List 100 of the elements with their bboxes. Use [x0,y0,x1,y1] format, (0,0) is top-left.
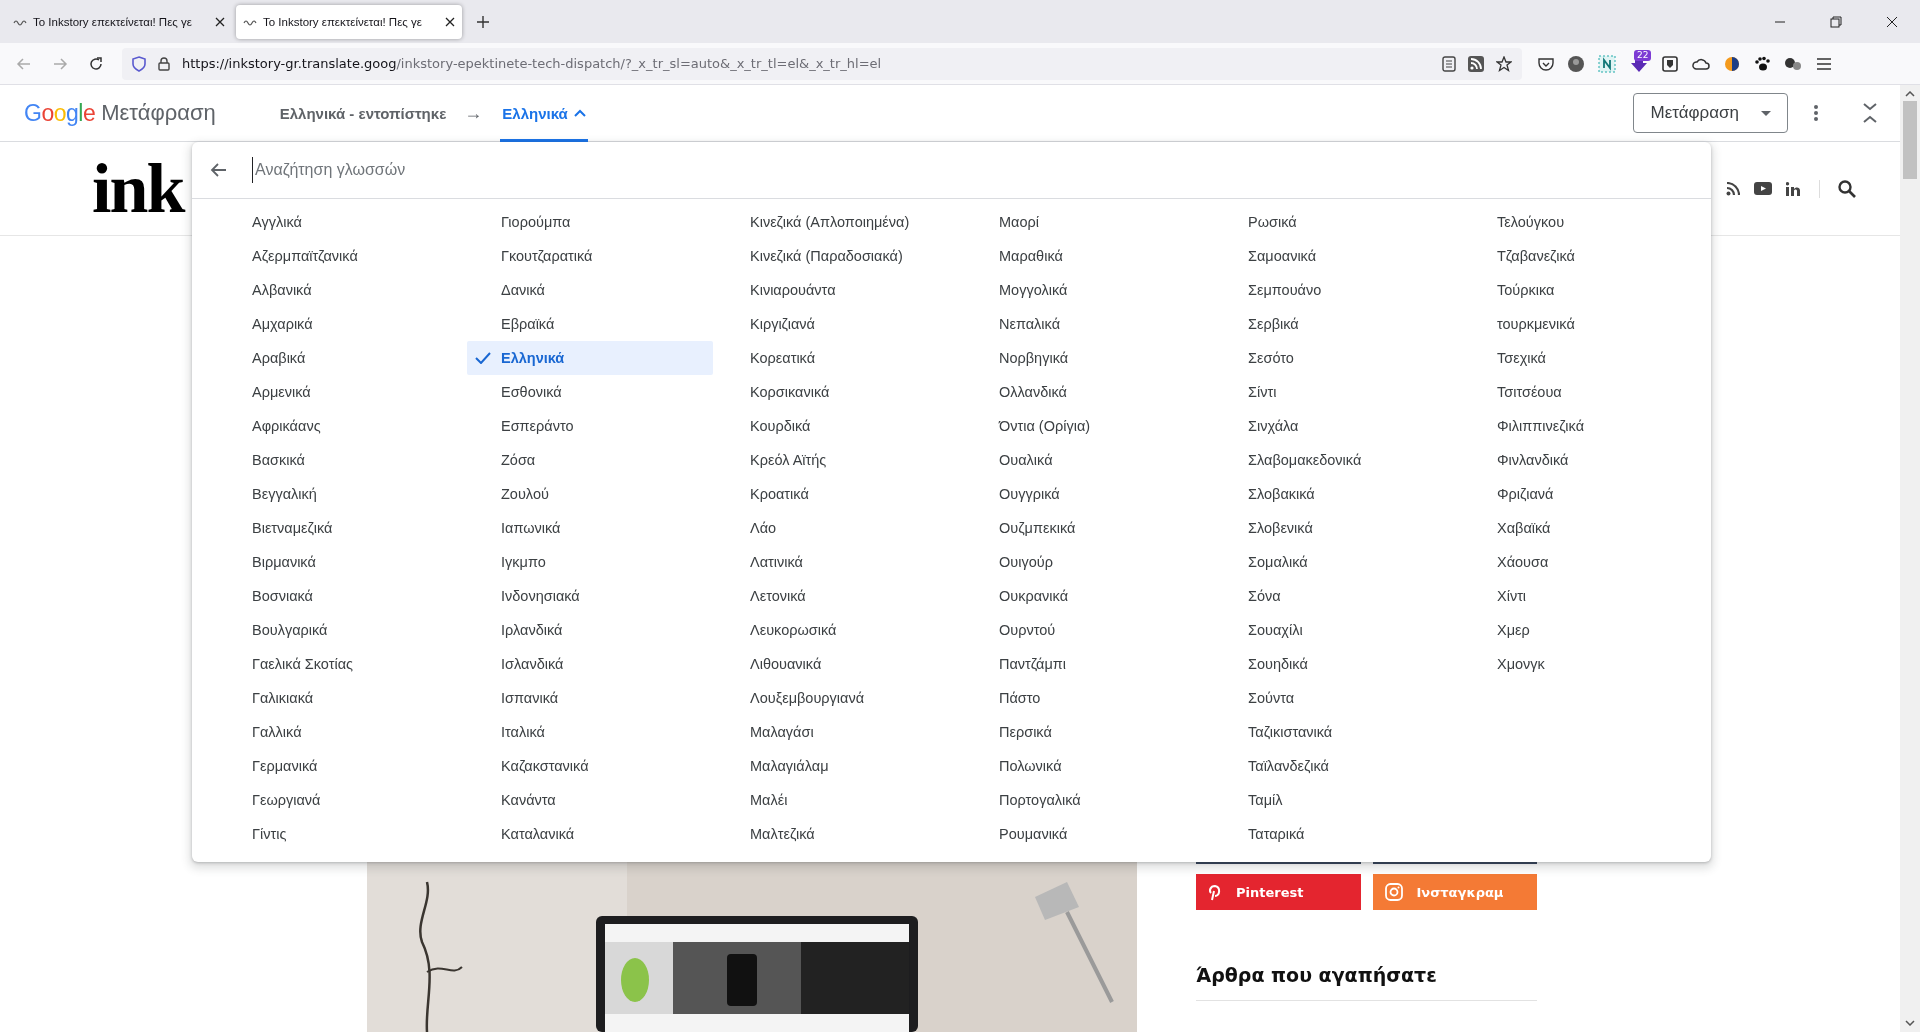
plus-icon[interactable] [476,14,490,29]
language-option[interactable]: Γκουτζαρατικά [467,239,713,273]
language-option[interactable]: Ουκρανικά [965,579,1211,613]
circle-icon[interactable] [1724,55,1740,72]
language-option[interactable]: Ταϊλανδεζικά [1214,749,1460,783]
language-option[interactable]: Καταλανικά [467,817,713,851]
language-option[interactable]: Εσθονικά [467,375,713,409]
language-option[interactable]: Γιορούμπα [467,205,713,239]
language-option[interactable]: Σεσότο [1214,341,1460,375]
reader-view-icon[interactable] [1442,55,1456,72]
language-option[interactable]: Δανικά [467,273,713,307]
language-option[interactable]: Γίντις [218,817,464,851]
language-option[interactable]: Νεπαλικά [965,307,1211,341]
language-option[interactable]: Σομαλικά [1214,545,1460,579]
language-option[interactable]: Λάο [716,511,962,545]
language-option[interactable]: Κρεόλ Αϊτής [716,443,962,477]
language-option[interactable]: Σλαβομακεδονικά [1214,443,1460,477]
language-option[interactable]: Σλοβενικά [1214,511,1460,545]
language-option[interactable]: Αλβανικά [218,273,464,307]
language-option[interactable]: Γαλικιακά [218,681,464,715]
social-button[interactable]: Pinterest [1196,874,1361,910]
language-option[interactable]: Αγγλικά [218,205,464,239]
scrollbar-thumb[interactable] [1903,101,1917,179]
browser-tab[interactable]: Το Inkstory επεκτείνεται! Πες γε [236,4,462,39]
language-option[interactable]: Ιρλανδικά [467,613,713,647]
scroll-up-icon[interactable] [1905,91,1915,97]
language-option[interactable]: Καζακστανικά [467,749,713,783]
language-option[interactable]: Εσπεράντο [467,409,713,443]
language-option[interactable]: Πορτογαλικά [965,783,1211,817]
language-option[interactable]: Αμχαρικά [218,307,464,341]
menu-icon[interactable] [1816,56,1832,71]
language-option[interactable]: Νορβηγικά [965,341,1211,375]
shield-icon[interactable] [1662,55,1678,72]
language-option[interactable]: Περσικά [965,715,1211,749]
language-option[interactable]: Σαμοανικά [1214,239,1460,273]
language-option[interactable]: Μογγολικά [965,273,1211,307]
language-option[interactable]: Ιαπωνικά [467,511,713,545]
language-option[interactable]: Βιρμανικά [218,545,464,579]
language-option[interactable]: Σούντα [1214,681,1460,715]
language-option[interactable]: Μαορί [965,205,1211,239]
language-option[interactable]: Ρωσικά [1214,205,1460,239]
cloud-icon[interactable] [1692,56,1710,71]
browser-tab[interactable]: Το Inkstory επεκτείνεται! Πες γε [6,4,232,39]
linkedin-icon[interactable] [1786,181,1801,196]
language-option[interactable]: Ελληνικά [467,341,713,375]
language-option[interactable]: Βουλγαρικά [218,613,464,647]
back-arrow-icon[interactable] [210,163,226,177]
language-option[interactable]: Λετονικά [716,579,962,613]
language-option[interactable]: Ταταρικά [1214,817,1460,851]
language-option[interactable]: Αρμενικά [218,375,464,409]
pocket-icon[interactable] [1538,56,1554,71]
language-option[interactable]: Μαλέι [716,783,962,817]
language-option[interactable]: Κουρδικά [716,409,962,443]
language-option[interactable]: Ουιγούρ [965,545,1211,579]
lock-icon[interactable] [158,56,170,71]
language-option[interactable]: Λευκορωσικά [716,613,962,647]
paw-icon[interactable] [1754,55,1770,72]
language-option[interactable]: Σερβικά [1214,307,1460,341]
language-option[interactable]: Κιργιζιανά [716,307,962,341]
close-icon[interactable] [445,16,455,27]
language-option[interactable]: Χίντι [1463,579,1709,613]
language-option[interactable]: Ισπανικά [467,681,713,715]
language-option[interactable]: Ζουλού [467,477,713,511]
language-option[interactable]: Παντζάμπι [965,647,1211,681]
language-option[interactable]: Αφρικάανς [218,409,464,443]
spheres-icon[interactable] [1784,55,1802,72]
language-option[interactable]: Μαραθικά [965,239,1211,273]
language-option[interactable]: Κροατικά [716,477,962,511]
language-option[interactable]: Βασκικά [218,443,464,477]
language-option[interactable]: Ουρντού [965,613,1211,647]
scroll-down-icon[interactable] [1905,1020,1915,1026]
language-option[interactable]: Σουηδικά [1214,647,1460,681]
language-option[interactable]: Μαλτεζικά [716,817,962,851]
language-option[interactable]: Τζαβανεζικά [1463,239,1709,273]
star-icon[interactable] [1496,55,1512,72]
language-option[interactable]: Γεωργιανά [218,783,464,817]
rss-icon[interactable] [1726,181,1740,196]
language-option[interactable]: Όντια (Ορίγια) [965,409,1211,443]
language-option[interactable]: Τούρκικα [1463,273,1709,307]
language-option[interactable]: Σεμπουάνο [1214,273,1460,307]
language-option[interactable]: Ιγκμπο [467,545,713,579]
language-option[interactable]: Φιλιππινεζικά [1463,409,1709,443]
language-option[interactable]: Ιταλικά [467,715,713,749]
language-option[interactable]: Ταμίλ [1214,783,1460,817]
language-option[interactable]: Κανάντα [467,783,713,817]
language-option[interactable]: Κορεατικά [716,341,962,375]
language-option[interactable]: Κινεζικά (Απλοποιημένα) [716,205,962,239]
language-option[interactable]: Χμερ [1463,613,1709,647]
language-option[interactable]: Χμονγκ [1463,647,1709,681]
video-play-icon[interactable] [1754,182,1772,195]
reload-icon[interactable] [88,55,104,72]
language-option[interactable]: Αζερμπαϊτζανικά [218,239,464,273]
language-option[interactable]: Κινιαρουάντα [716,273,962,307]
language-option[interactable]: Ινδονησιακά [467,579,713,613]
language-option[interactable]: Γαλλικά [218,715,464,749]
language-option[interactable]: Ουαλικά [965,443,1211,477]
language-option[interactable]: Σλοβακικά [1214,477,1460,511]
more-icon[interactable] [1814,105,1818,121]
search-icon[interactable] [1838,179,1856,198]
language-option[interactable]: Βοσνιακά [218,579,464,613]
